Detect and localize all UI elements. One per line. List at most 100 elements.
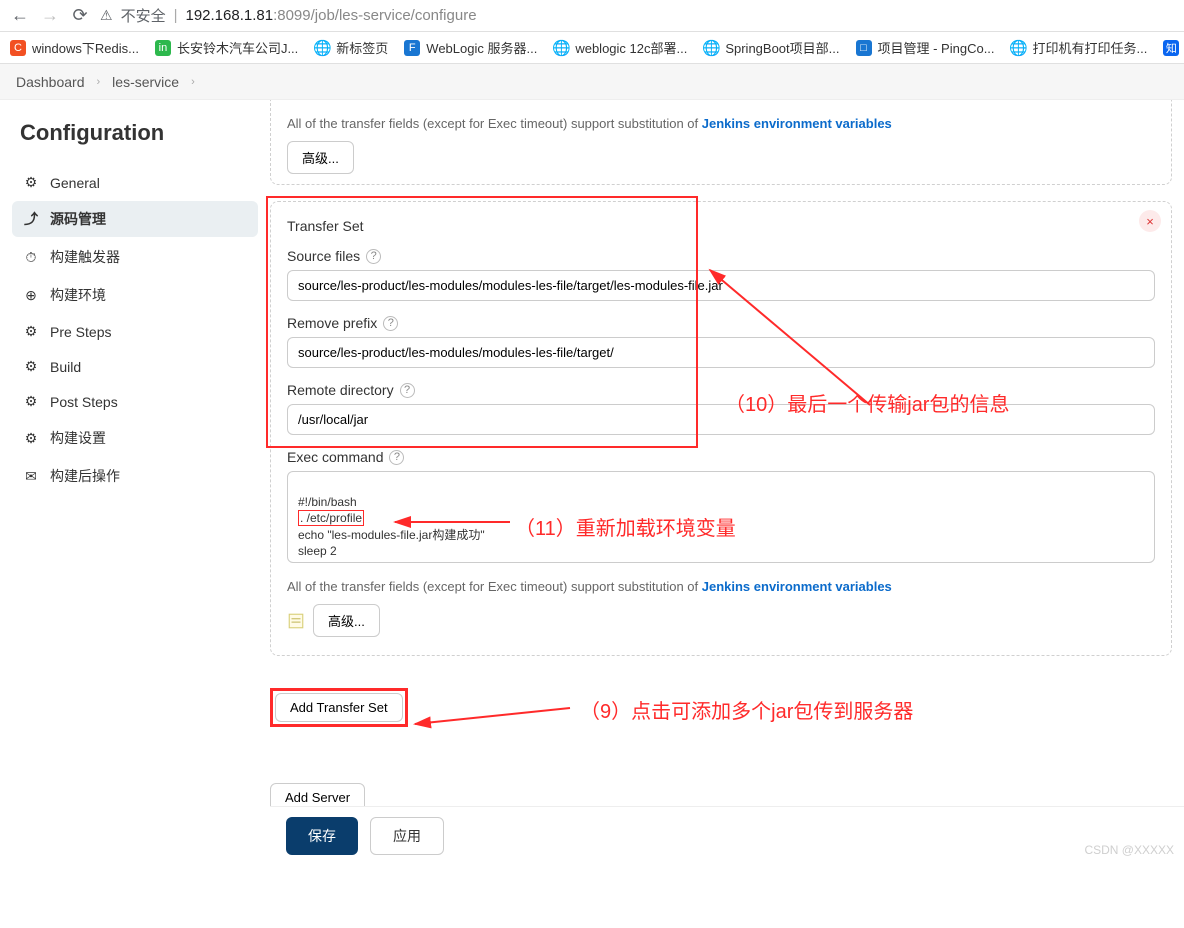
bookmark-item[interactable]: □ 项目管理 - PingCo... <box>856 38 995 57</box>
sidebar: Configuration ⚙ General ⤴ 源码管理 ⏱ 构建触发器 ⊕ 构建环境 ⚙ P… <box>0 100 270 928</box>
sidebar-item-icon: ⤴ <box>22 209 40 229</box>
exec-command-textarea[interactable]: #!/bin/bash . /etc/profile echo "les-mod… <box>287 471 1155 563</box>
bookmark-item[interactable]: in 长安铃木汽车公司J... <box>155 38 298 57</box>
bookmark-item[interactable]: Cwindows下Redis... <box>10 38 139 57</box>
page-title: Configuration <box>20 120 250 146</box>
sidebar-item-icon: ⚙ <box>22 323 40 340</box>
insecure-icon: ⚠ <box>100 7 113 24</box>
save-button[interactable]: 保存 <box>286 817 358 855</box>
sidebar-item-icon: ⊕ <box>22 287 40 304</box>
sidebar-item[interactable]: ⚙ General <box>12 166 258 199</box>
sidebar-item[interactable]: ⚙ Build <box>12 350 258 383</box>
main-content: All of the transfer fields (except for E… <box>270 100 1184 928</box>
sidebar-item-label: Build <box>50 359 81 375</box>
sidebar-item[interactable]: ✉ 构建后操作 <box>12 458 258 494</box>
breadcrumb-dashboard[interactable]: Dashboard <box>16 74 85 90</box>
close-icon[interactable]: × <box>1139 210 1161 232</box>
sidebar-item-label: Post Steps <box>50 394 118 410</box>
transfer-set-title: Transfer Set <box>287 218 1155 234</box>
bookmark-icon: 知 <box>1163 40 1179 56</box>
sidebar-item-icon: ⚙ <box>22 174 40 191</box>
sidebar-item-label: 构建环境 <box>50 285 106 305</box>
bookmark-item[interactable]: 知Java使用 Springb <box>1163 38 1184 57</box>
chevron-right-icon: › <box>191 76 195 88</box>
sidebar-item[interactable]: ⚙ 构建设置 <box>12 420 258 456</box>
highlight-profile: . /etc/profile <box>298 510 364 526</box>
bookmark-icon: in <box>155 40 171 56</box>
bookmark-icon: F <box>404 40 420 56</box>
sidebar-item-label: Pre Steps <box>50 324 111 340</box>
source-files-label: Source files <box>287 248 360 264</box>
url-bar[interactable]: ⚠ 不安全 | 192.168.1.81:8099/job/les-servic… <box>100 5 1174 26</box>
bookmark-icon: □ <box>856 40 872 56</box>
insecure-label: 不安全 <box>121 5 166 26</box>
bookmark-label: 新标签页 <box>336 38 388 57</box>
arrow-icon <box>410 700 580 730</box>
breadcrumb: Dashboard › les-service › <box>0 64 1184 100</box>
bookmark-label: SpringBoot项目部... <box>725 38 839 57</box>
bookmark-icon: 🌐 <box>553 40 569 56</box>
bookmark-item[interactable]: F WebLogic 服务器... <box>404 38 537 57</box>
bookmark-item[interactable]: 🌐 SpringBoot项目部... <box>703 38 839 57</box>
sidebar-item-label: General <box>50 175 100 191</box>
sidebar-item-icon: ✉ <box>22 468 40 485</box>
bookmark-icon: 🌐 <box>314 40 330 56</box>
sidebar-item[interactable]: ⚙ Post Steps <box>12 385 258 418</box>
back-icon[interactable]: ← <box>10 5 30 26</box>
bookmark-label: 打印机有打印任务... <box>1033 38 1148 57</box>
browser-toolbar: ← → ⟳ ⚠ 不安全 | 192.168.1.81:8099/job/les-… <box>0 0 1184 32</box>
jenkins-env-link[interactable]: Jenkins environment variables <box>702 116 892 131</box>
bookmark-item[interactable]: 🌐 weblogic 12c部署... <box>553 38 687 57</box>
substitution-hint: All of the transfer fields (except for E… <box>287 116 1155 131</box>
breadcrumb-job[interactable]: les-service <box>112 74 179 90</box>
sidebar-item[interactable]: ⤴ 源码管理 <box>12 201 258 237</box>
prev-transfer-section: All of the transfer fields (except for E… <box>270 100 1172 185</box>
bookmark-item[interactable]: 🌐 新标签页 <box>314 38 388 57</box>
sidebar-item-label: 构建后操作 <box>50 466 120 486</box>
help-icon[interactable]: ? <box>400 383 415 398</box>
exec-command-label: Exec command <box>287 449 383 465</box>
bookmark-icon: 🌐 <box>1011 40 1027 56</box>
sidebar-item-label: 源码管理 <box>50 209 106 229</box>
add-transfer-set-button[interactable]: Add Transfer Set <box>275 693 403 722</box>
annotation-9: （9）点击可添加多个jar包传到服务器 <box>580 695 913 724</box>
sidebar-item-icon: ⚙ <box>22 358 40 375</box>
bookmark-label: WebLogic 服务器... <box>426 38 537 57</box>
sidebar-item-icon: ⚙ <box>22 430 40 447</box>
reload-icon[interactable]: ⟳ <box>70 5 90 26</box>
remote-dir-label: Remote directory <box>287 382 394 398</box>
remove-prefix-input[interactable] <box>287 337 1155 368</box>
advanced-button[interactable]: 高级... <box>287 141 354 174</box>
help-icon[interactable]: ? <box>389 450 404 465</box>
bookmark-icon: C <box>10 40 26 56</box>
bookmark-label: 长安铃木汽车公司J... <box>177 38 298 57</box>
footer-bar: 保存 应用 <box>270 806 1184 865</box>
forward-icon[interactable]: → <box>40 5 60 26</box>
sidebar-item[interactable]: ⊕ 构建环境 <box>12 277 258 313</box>
help-icon[interactable]: ? <box>366 249 381 264</box>
bookmark-label: 项目管理 - PingCo... <box>878 38 995 57</box>
watermark: CSDN @XXXXX <box>1084 843 1174 857</box>
advanced-button[interactable]: 高级... <box>313 604 380 637</box>
remove-prefix-label: Remove prefix <box>287 315 377 331</box>
apply-button[interactable]: 应用 <box>370 817 444 855</box>
transfer-set-section: × Transfer Set Source files ? Remove pre… <box>270 201 1172 656</box>
help-icon[interactable]: ? <box>383 316 398 331</box>
notepad-icon <box>287 612 305 630</box>
bookmarks-bar: Cwindows下Redis... in 长安铃木汽车公司J... 🌐 新标签页 F Web… <box>0 32 1184 64</box>
sidebar-item-label: 构建设置 <box>50 428 106 448</box>
sidebar-item-label: 构建触发器 <box>50 247 120 267</box>
bookmark-label: weblogic 12c部署... <box>575 38 687 57</box>
sidebar-item[interactable]: ⚙ Pre Steps <box>12 315 258 348</box>
source-files-input[interactable] <box>287 270 1155 301</box>
sidebar-item-icon: ⏱ <box>22 249 40 266</box>
bookmark-item[interactable]: 🌐 打印机有打印任务... <box>1011 38 1148 57</box>
substitution-hint: All of the transfer fields (except for E… <box>287 579 1155 594</box>
sidebar-item-icon: ⚙ <box>22 393 40 410</box>
bookmark-label: windows下Redis... <box>32 38 139 57</box>
chevron-right-icon: › <box>97 76 101 88</box>
jenkins-env-link[interactable]: Jenkins environment variables <box>702 579 892 594</box>
bookmark-icon: 🌐 <box>703 40 719 56</box>
sidebar-item[interactable]: ⏱ 构建触发器 <box>12 239 258 275</box>
remote-dir-input[interactable] <box>287 404 1155 435</box>
